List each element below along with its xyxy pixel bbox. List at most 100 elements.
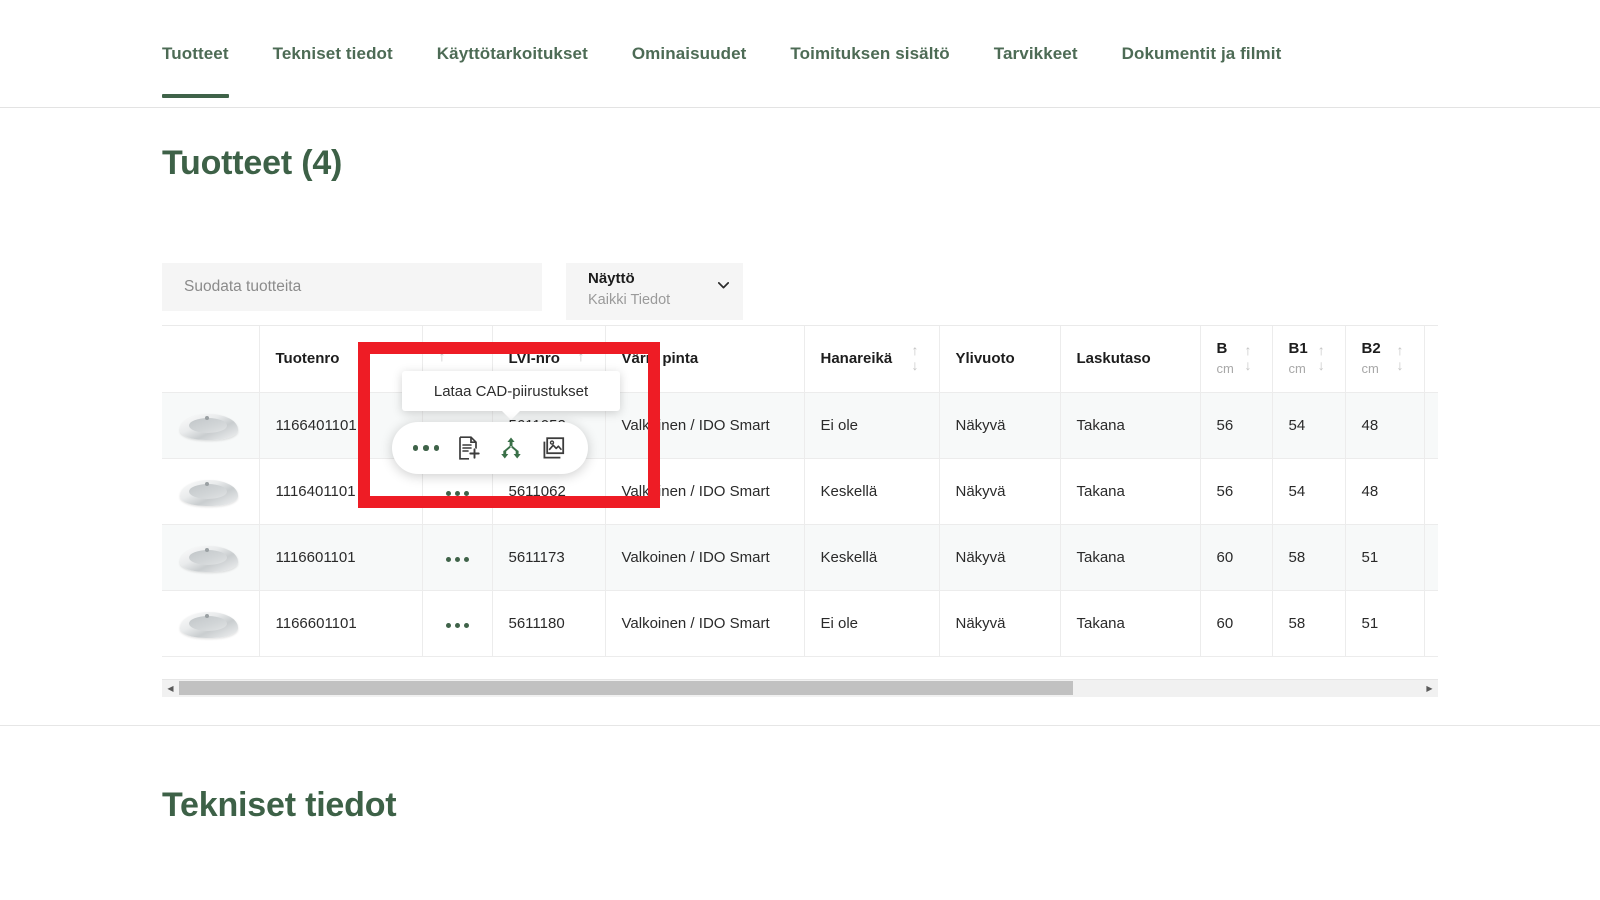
cell-vari: Valkoinen / IDO Smart bbox=[605, 590, 804, 656]
table-header-row: Tuotenro ↑ LVI-nro ↑ Väri / bbox=[162, 326, 1438, 392]
products-table-head: Tuotenro ↑ LVI-nro ↑ Väri / bbox=[162, 326, 1438, 392]
tab-ominaisuudet[interactable]: Ominaisuudet bbox=[632, 0, 747, 108]
cell-h: 17 bbox=[1424, 590, 1438, 656]
col-unit: cm bbox=[1217, 362, 1234, 377]
more-dots-icon[interactable] bbox=[411, 433, 441, 463]
col-header-b1[interactable]: B1 cm ↑↓ bbox=[1272, 326, 1345, 392]
col-header-b[interactable]: B cm ↑↓ bbox=[1200, 326, 1272, 392]
tech-section-title: Tekniset tiedot bbox=[162, 786, 396, 825]
cell-b2: 51 bbox=[1345, 524, 1424, 590]
products-table-body: 1166401101 5611052 Valkoinen / IDO Smart… bbox=[162, 392, 1438, 656]
filter-products-input[interactable] bbox=[162, 263, 542, 311]
col-label: Tuotenro bbox=[276, 350, 340, 367]
cell-b: 56 bbox=[1200, 392, 1272, 458]
col-header-vari[interactable]: Väri / pinta bbox=[605, 326, 804, 392]
tab-toimituksen-sisalto[interactable]: Toimituksen sisältö bbox=[790, 0, 949, 108]
tab-label: Käyttötarkoitukset bbox=[437, 44, 588, 64]
sort-arrows-icon[interactable]: ↑↓ bbox=[1318, 345, 1329, 372]
cell-ylivuoto: Näkyvä bbox=[939, 590, 1060, 656]
more-dots-icon[interactable] bbox=[446, 623, 469, 628]
display-select-labels: Näyttö Kaikki Tiedot bbox=[588, 270, 670, 309]
scroll-left-arrow-icon[interactable]: ◀ bbox=[162, 680, 179, 697]
cad-download-tooltip: Lataa CAD-piirustukset bbox=[402, 371, 620, 411]
row-actions-cell[interactable] bbox=[422, 524, 492, 590]
cell-h: 17 bbox=[1424, 458, 1438, 524]
cell-ylivuoto: Näkyvä bbox=[939, 392, 1060, 458]
cell-b: 56 bbox=[1200, 458, 1272, 524]
col-header-ylivuoto[interactable]: Ylivuoto bbox=[939, 326, 1060, 392]
cell-b2: 48 bbox=[1345, 458, 1424, 524]
sort-arrows-icon[interactable]: ↑ bbox=[578, 351, 589, 366]
more-dots-icon[interactable] bbox=[446, 491, 469, 496]
col-header-thumb bbox=[162, 326, 259, 392]
table-row[interactable]: 1116601101 5611173 Valkoinen / IDO Smart… bbox=[162, 524, 1438, 590]
col-label: Väri / pinta bbox=[622, 350, 699, 367]
col-label: B bbox=[1217, 340, 1234, 357]
cell-b1: 54 bbox=[1272, 458, 1345, 524]
section-nav-items: Tuotteet Tekniset tiedot Käyttötarkoituk… bbox=[162, 0, 1281, 108]
cell-hanareika: Ei ole bbox=[804, 392, 939, 458]
col-header-laskutaso[interactable]: Laskutaso bbox=[1060, 326, 1200, 392]
scrollbar-track[interactable] bbox=[179, 680, 1421, 697]
col-unit: cm bbox=[1289, 362, 1308, 377]
cell-h: 17 bbox=[1424, 524, 1438, 590]
scrollbar-thumb[interactable] bbox=[179, 681, 1073, 695]
cell-hanareika: Keskellä bbox=[804, 524, 939, 590]
tooltip-text: Lataa CAD-piirustukset bbox=[434, 383, 588, 400]
row-action-bubble[interactable] bbox=[392, 422, 588, 474]
tab-label: Dokumentit ja filmit bbox=[1122, 44, 1282, 64]
tab-tuotteet[interactable]: Tuotteet bbox=[162, 0, 229, 108]
cell-b1: 54 bbox=[1272, 392, 1345, 458]
display-select[interactable]: Näyttö Kaikki Tiedot bbox=[566, 263, 743, 320]
row-thumbnail-cell bbox=[162, 524, 259, 590]
scroll-right-arrow-icon[interactable]: ▶ bbox=[1421, 680, 1438, 697]
tab-label: Tuotteet bbox=[162, 44, 229, 64]
display-select-value: Kaikki Tiedot bbox=[588, 291, 670, 309]
washbasin-thumbnail-icon bbox=[178, 405, 240, 445]
more-dots-icon[interactable] bbox=[446, 557, 469, 562]
col-header-tuotenro[interactable]: Tuotenro bbox=[259, 326, 422, 392]
tab-label: Toimituksen sisältö bbox=[790, 44, 949, 64]
chevron-down-icon bbox=[718, 282, 729, 289]
tab-label: Ominaisuudet bbox=[632, 44, 747, 64]
images-icon[interactable] bbox=[539, 433, 569, 463]
table-row[interactable]: 1166401101 5611052 Valkoinen / IDO Smart… bbox=[162, 392, 1438, 458]
cell-b: 60 bbox=[1200, 524, 1272, 590]
products-table: Tuotenro ↑ LVI-nro ↑ Väri / bbox=[162, 326, 1438, 657]
document-add-icon[interactable] bbox=[454, 433, 484, 463]
cad-download-icon[interactable] bbox=[496, 433, 526, 463]
cell-hanareika: Ei ole bbox=[804, 590, 939, 656]
products-table-viewport[interactable]: Tuotenro ↑ LVI-nro ↑ Väri / bbox=[162, 325, 1438, 677]
cell-b: 60 bbox=[1200, 590, 1272, 656]
row-actions-cell[interactable] bbox=[422, 590, 492, 656]
row-thumbnail-cell bbox=[162, 590, 259, 656]
cell-h: 17 bbox=[1424, 392, 1438, 458]
tab-label: Tarvikkeet bbox=[994, 44, 1078, 64]
section-divider bbox=[0, 725, 1600, 726]
sort-arrows-icon[interactable]: ↑ bbox=[439, 351, 450, 366]
cell-vari: Valkoinen / IDO Smart bbox=[605, 458, 804, 524]
row-thumbnail-cell bbox=[162, 458, 259, 524]
col-header-h[interactable]: H cm bbox=[1424, 326, 1438, 392]
col-label: Ylivuoto bbox=[956, 350, 1015, 367]
table-row[interactable]: 1116401101 5611062 Valkoinen / IDO Smart… bbox=[162, 458, 1438, 524]
sort-arrows-icon[interactable]: ↑↓ bbox=[1397, 345, 1408, 372]
sort-arrows-icon[interactable]: ↑↓ bbox=[1245, 345, 1256, 372]
cell-b1: 58 bbox=[1272, 590, 1345, 656]
cell-tuotenro: 1116401101 bbox=[259, 458, 422, 524]
table-row[interactable]: 1166601101 5611180 Valkoinen / IDO Smart… bbox=[162, 590, 1438, 656]
col-header-hanareika[interactable]: Hanareikä ↑↓ bbox=[804, 326, 939, 392]
table-horizontal-scrollbar[interactable]: ◀ ▶ bbox=[162, 679, 1438, 696]
display-select-label: Näyttö bbox=[588, 270, 670, 289]
tab-tarvikkeet[interactable]: Tarvikkeet bbox=[994, 0, 1078, 108]
cell-b2: 48 bbox=[1345, 392, 1424, 458]
cell-vari: Valkoinen / IDO Smart bbox=[605, 392, 804, 458]
cell-laskutaso: Takana bbox=[1060, 458, 1200, 524]
sort-arrows-icon[interactable]: ↑↓ bbox=[912, 345, 923, 372]
cell-ylivuoto: Näkyvä bbox=[939, 524, 1060, 590]
col-header-b2[interactable]: B2 cm ↑↓ bbox=[1345, 326, 1424, 392]
tab-kayttotarkoitukset[interactable]: Käyttötarkoitukset bbox=[437, 0, 588, 108]
tab-dokumentit-ja-filmit[interactable]: Dokumentit ja filmit bbox=[1122, 0, 1282, 108]
tab-tekniset-tiedot[interactable]: Tekniset tiedot bbox=[273, 0, 393, 108]
cell-laskutaso: Takana bbox=[1060, 590, 1200, 656]
